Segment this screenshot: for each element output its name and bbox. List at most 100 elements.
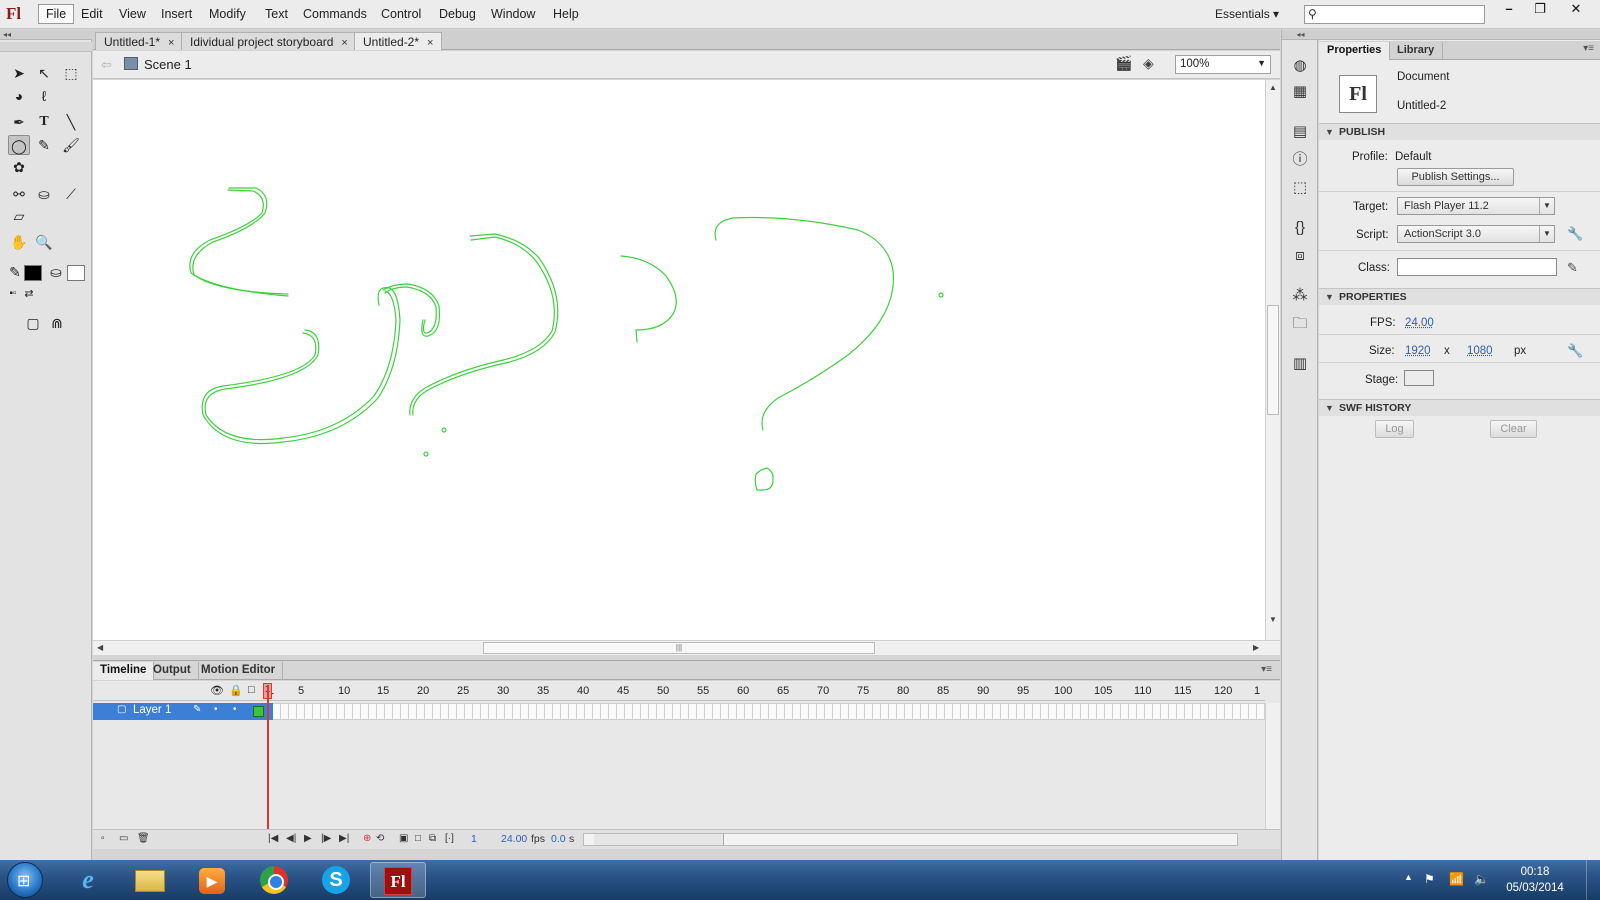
target-select[interactable]: Flash Player 11.2 ▼ <box>1397 197 1555 215</box>
tab-storyboard[interactable]: Idividual project storyboard × <box>181 32 357 50</box>
scroll-down-icon[interactable]: ▼ <box>1269 615 1277 624</box>
hand-tool-icon[interactable]: ✋ <box>8 232 30 252</box>
code-snippets-icon[interactable]: {} <box>1290 218 1310 238</box>
last-frame-icon[interactable]: ▶| <box>339 833 349 844</box>
object-drawing-icon[interactable]: ▢ <box>22 313 44 333</box>
fill-color-swatch[interactable] <box>67 265 85 281</box>
menu-view[interactable]: View <box>119 7 146 21</box>
section-properties[interactable]: ▼ PROPERTIES <box>1319 288 1600 305</box>
scene-label[interactable]: Scene 1 <box>144 57 192 72</box>
edit-multiple-frames-icon[interactable]: ⧉ <box>429 833 436 844</box>
menu-edit[interactable]: Edit <box>81 7 103 21</box>
new-layer-icon[interactable]: ▫ <box>101 833 105 844</box>
media-player-taskbar-button[interactable]: ▶ <box>184 862 240 898</box>
lock-dot-icon[interactable]: • <box>233 704 237 715</box>
stage-vertical-scrollbar[interactable]: ▲ ▼ <box>1265 80 1280 640</box>
align-panel-icon[interactable]: ▤ <box>1290 122 1310 142</box>
menu-control[interactable]: Control <box>381 7 421 21</box>
back-arrow-icon[interactable]: ⇦ <box>101 57 112 73</box>
menu-file[interactable]: File <box>38 4 75 24</box>
line-tool-icon[interactable]: ╲ <box>60 112 82 132</box>
info-panel-icon[interactable]: ⓘ <box>1290 150 1310 170</box>
free-transform-tool-icon[interactable]: ⬚ <box>60 63 82 83</box>
onion-outline-icon[interactable]: □ <box>415 833 421 844</box>
onion-skin-icon[interactable]: ▣ <box>399 833 408 844</box>
timeline-horizontal-scrollbar[interactable] <box>583 833 1238 846</box>
paint-bucket-tool-icon[interactable]: ⛀ <box>33 184 55 204</box>
skype-taskbar-button[interactable]: S <box>308 862 364 898</box>
menu-window[interactable]: Window <box>491 7 535 21</box>
close-icon[interactable]: × <box>341 37 347 49</box>
timeline-vertical-scrollbar[interactable] <box>1265 703 1280 849</box>
visibility-dot-icon[interactable]: • <box>214 704 218 715</box>
outline-color-box[interactable] <box>253 706 264 717</box>
components-panel-icon[interactable]: ⧈ <box>1290 246 1310 266</box>
step-forward-icon[interactable]: |▶ <box>321 833 331 844</box>
scroll-up-icon[interactable]: ▲ <box>1269 83 1277 92</box>
scroll-thumb[interactable]: ||| <box>483 642 875 654</box>
network-icon[interactable]: 📶 <box>1449 872 1464 886</box>
tab-motion-editor[interactable]: Motion Editor <box>194 662 284 680</box>
history-panel-icon[interactable]: ▥ <box>1290 354 1310 374</box>
menu-debug[interactable]: Debug <box>439 7 476 21</box>
delete-layer-icon[interactable]: 🗑 <box>137 833 150 844</box>
3d-rotation-tool-icon[interactable]: ◕ <box>8 86 30 106</box>
wrench-icon[interactable]: 🔧 <box>1567 343 1583 359</box>
menu-insert[interactable]: Insert <box>161 7 192 21</box>
swap-colors-icon[interactable]: ⇄ <box>18 284 40 304</box>
tab-untitled-2[interactable]: Untitled-2* × <box>354 32 443 50</box>
eyedropper-tool-icon[interactable]: ⟋ <box>60 184 82 204</box>
fill-color-icon[interactable]: ⛀ <box>45 262 67 282</box>
panel-collapse-strip[interactable]: ◂◂ <box>0 30 92 40</box>
section-swf-history[interactable]: ▼ SWF HISTORY <box>1319 399 1600 416</box>
close-icon[interactable]: × <box>427 37 433 49</box>
clock[interactable]: 00:18 05/03/2014 <box>1500 864 1570 896</box>
stage[interactable] <box>93 80 1265 640</box>
close-button[interactable]: ✕ <box>1562 1 1590 20</box>
lasso-tool-icon[interactable]: ℓ <box>33 86 55 106</box>
bone-tool-icon[interactable]: ⚯ <box>8 184 30 204</box>
menu-help[interactable]: Help <box>553 7 579 21</box>
panel-collapse-strip[interactable] <box>1319 30 1600 40</box>
restore-button[interactable]: ❐ <box>1526 1 1554 20</box>
scroll-right-icon[interactable]: ▶ <box>1253 643 1259 652</box>
start-button[interactable]: ⊞ <box>7 862 43 898</box>
snap-to-objects-icon[interactable]: ⋒ <box>46 313 68 333</box>
layer-row[interactable]: ▢ Layer 1 ✎ • • <box>93 703 273 720</box>
file-explorer-taskbar-button[interactable] <box>122 862 178 898</box>
log-button[interactable]: Log <box>1375 420 1414 438</box>
swatches-panel-icon[interactable]: ▦ <box>1290 82 1310 102</box>
stage-horizontal-scrollbar[interactable]: ◀ ||| ▶ <box>93 640 1280 655</box>
clear-button[interactable]: Clear <box>1490 420 1537 438</box>
layer-name[interactable]: Layer 1 <box>133 704 171 716</box>
chrome-taskbar-button[interactable] <box>246 862 302 898</box>
panel-menu-icon[interactable]: ▾≡ <box>1583 43 1594 54</box>
scroll-thumb[interactable] <box>1267 305 1279 415</box>
transform-panel-icon[interactable]: ⬚ <box>1290 178 1310 198</box>
tab-properties[interactable]: Properties <box>1319 42 1391 60</box>
search-input[interactable]: ⚲ <box>1304 5 1485 24</box>
motion-presets-icon[interactable]: ⁂ <box>1290 286 1310 306</box>
wrench-icon[interactable]: 🔧 <box>1567 226 1583 242</box>
internet-explorer-taskbar-button[interactable]: e <box>60 862 116 898</box>
panel-grip[interactable] <box>0 42 92 52</box>
lock-icon[interactable]: 🔒 <box>229 684 243 697</box>
action-center-flag-icon[interactable]: ⚑ <box>1424 872 1435 886</box>
zoom-tool-icon[interactable]: 🔍 <box>33 232 55 252</box>
edit-scene-icon[interactable]: 🎬 <box>1115 55 1137 75</box>
publish-settings-button[interactable]: Publish Settings... <box>1397 168 1514 186</box>
width-value[interactable]: 1920 <box>1405 345 1431 357</box>
first-frame-icon[interactable]: |◀ <box>268 833 278 844</box>
scroll-left-icon[interactable]: ◀ <box>97 643 103 652</box>
menu-text[interactable]: Text <box>265 7 288 21</box>
pencil-tool-icon[interactable]: ✎ <box>33 135 55 155</box>
edit-class-pencil-icon[interactable]: ✎ <box>1567 260 1578 276</box>
edit-symbols-icon[interactable]: ◈ <box>1143 55 1165 75</box>
brush-tool-icon[interactable]: 🖌 <box>60 135 82 155</box>
stage-color-swatch[interactable] <box>1404 370 1434 386</box>
stroke-color-icon[interactable]: ✎ <box>4 262 26 282</box>
pen-tool-icon[interactable]: ✒ <box>8 112 30 132</box>
minimize-button[interactable]: – <box>1495 1 1523 20</box>
volume-icon[interactable]: 🔈 <box>1474 872 1489 886</box>
project-panel-icon[interactable]: 🗀 <box>1290 314 1310 334</box>
